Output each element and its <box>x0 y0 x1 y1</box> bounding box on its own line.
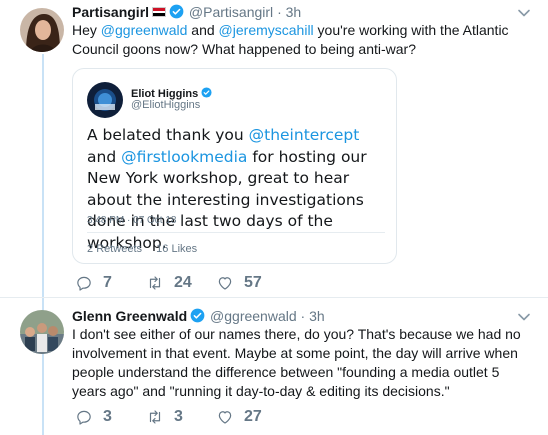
retweets-label[interactable]: Retweets <box>96 243 142 255</box>
quoted-tweet-card[interactable]: Eliot Higgins @EliotHiggins A belated th… <box>72 68 397 264</box>
reply-count: 7 <box>103 274 112 291</box>
like-button[interactable]: 57 <box>216 274 262 292</box>
reply-icon <box>77 276 91 291</box>
quoted-handle[interactable]: @EliotHiggins <box>131 99 200 111</box>
reply-icon <box>77 410 91 425</box>
reply-button[interactable]: 7 <box>75 274 112 292</box>
retweet-icon <box>149 276 161 290</box>
quoted-timestamp[interactable]: 3:48 PM · 07 Oct 18 <box>87 215 177 226</box>
timestamp[interactable]: 3h <box>309 308 325 324</box>
likes-count[interactable]: 16 <box>156 243 168 255</box>
retweet-button[interactable]: 24 <box>146 274 192 292</box>
display-name[interactable]: Partisangirl <box>72 4 149 20</box>
reply-count: 3 <box>103 408 112 425</box>
tweet-header: Partisangirl @Partisangirl · 3h <box>72 3 301 21</box>
retweets-count[interactable]: 2 <box>87 243 93 255</box>
verified-badge-icon <box>190 308 205 323</box>
retweet-icon <box>149 410 161 424</box>
chevron-down-icon[interactable] <box>517 310 531 324</box>
mention-link[interactable]: @ggreenwald <box>101 22 188 38</box>
avatar[interactable] <box>20 310 64 354</box>
like-count: 57 <box>244 274 262 291</box>
verified-badge-icon <box>169 4 184 19</box>
retweet-button[interactable]: 3 <box>146 408 183 426</box>
chevron-down-icon[interactable] <box>517 6 531 20</box>
display-name[interactable]: Glenn Greenwald <box>72 308 187 324</box>
heart-icon <box>218 411 232 424</box>
reply-button[interactable]: 3 <box>75 408 112 426</box>
tweet-header: Glenn Greenwald @ggreenwald · 3h <box>72 307 325 325</box>
quoted-avatar[interactable] <box>87 82 123 118</box>
retweet-count: 3 <box>174 408 183 425</box>
tweet-partisangirl[interactable]: Partisangirl @Partisangirl · 3h Hey @ggr… <box>0 0 548 297</box>
mention-link[interactable]: @jeremyscahill <box>219 22 314 38</box>
quoted-tweet-text: A belated thank you @theintercept and @f… <box>87 126 367 252</box>
divider <box>87 232 385 233</box>
handle[interactable]: @ggreenwald <box>210 308 297 324</box>
like-button[interactable]: 27 <box>216 408 262 426</box>
separator-dot: · <box>300 308 306 324</box>
timestamp[interactable]: 3h <box>286 4 302 20</box>
syria-flag-icon <box>152 7 167 17</box>
verified-badge-icon <box>201 87 212 98</box>
tweet-ggreenwald[interactable]: Glenn Greenwald @ggreenwald · 3h I don't… <box>0 298 548 435</box>
heart-icon <box>218 277 232 290</box>
like-count: 27 <box>244 408 262 425</box>
quoted-stats: 2 Retweets 16 Likes <box>87 243 197 255</box>
tweet-text: I don't see either of our names there, d… <box>72 326 521 399</box>
handle[interactable]: @Partisangirl <box>189 4 273 20</box>
mention-link[interactable]: @theintercept <box>249 126 360 144</box>
avatar[interactable] <box>20 8 64 52</box>
mention-link[interactable]: @firstlookmedia <box>121 148 247 166</box>
likes-label[interactable]: Likes <box>171 243 197 255</box>
separator-dot: · <box>277 4 282 20</box>
retweet-count: 24 <box>174 274 192 291</box>
tweet-text: Hey @ggreenwald and @jeremyscahill you'r… <box>72 22 509 57</box>
